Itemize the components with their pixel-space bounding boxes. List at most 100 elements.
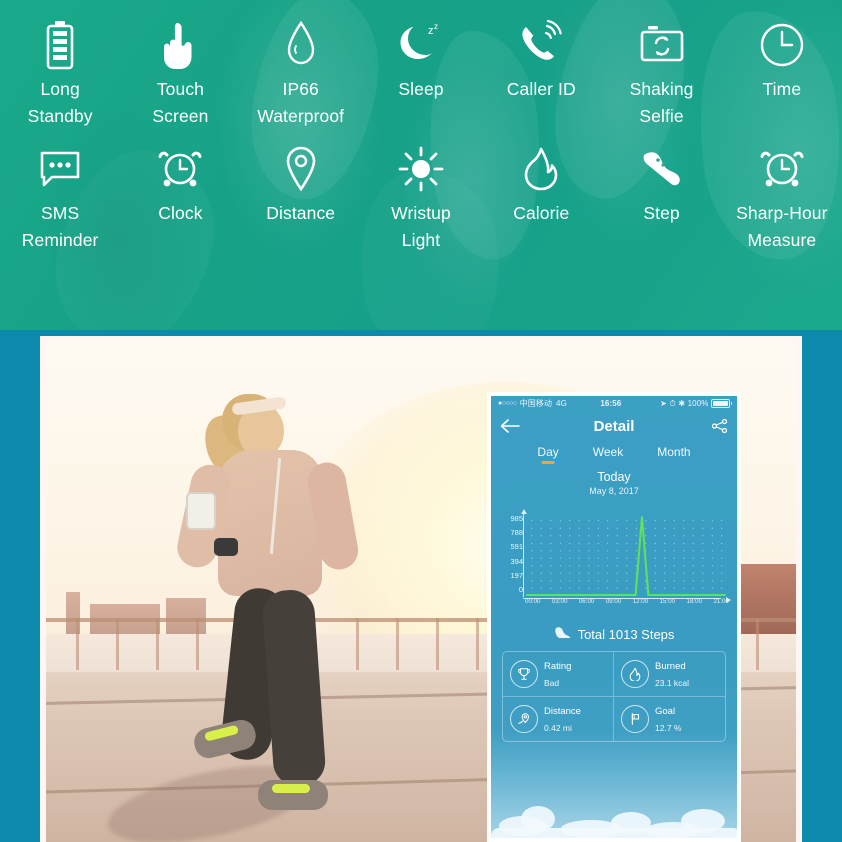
metric-value: 12.7 % [655, 723, 682, 733]
distance-pin-icon [510, 705, 538, 733]
feature-label-line1: Wristup [391, 203, 451, 223]
feature-label-line2: Selfie [639, 106, 684, 126]
feature-label-line1: Shaking [629, 79, 694, 99]
tab-month-label: Month [657, 445, 691, 459]
feature-label-line2: Waterproof [257, 106, 345, 126]
chart-plot-area [520, 509, 731, 603]
feature-label-line2: Standby [27, 106, 93, 126]
camera-shake-icon [639, 14, 685, 76]
metrics-grid: Rating Bad Burned 23.1 kcal Distance 0.4… [502, 651, 726, 742]
battery-status-icon [711, 399, 732, 408]
feature-item-clock: Clock [120, 138, 240, 254]
feature-item-shaking-selfie: Shaking Selfie [601, 14, 721, 130]
metric-text: Distance 0.42 mi [544, 705, 581, 733]
feature-label-line1: Sleep [398, 79, 444, 99]
battery-icon [43, 14, 77, 76]
feature-label-line1: Clock [158, 203, 203, 223]
metric-key: Distance [544, 706, 581, 717]
feature-label: Step [643, 200, 679, 227]
tab-day-label: Day [537, 445, 559, 459]
period-heading: Today [597, 470, 631, 484]
metric-key: Rating [544, 661, 572, 672]
metric-value: 0.42 mi [544, 723, 572, 733]
moon-sleep-icon: z z [398, 14, 444, 76]
app-screen: ●○○○○ 中国移动 4G 16:56 ➤ ⏱ ✱ 100% Detail Da… [491, 396, 737, 838]
phone-ring-icon [517, 14, 565, 76]
share-icon[interactable] [712, 419, 728, 433]
sun-brightness-icon [397, 138, 445, 200]
alarm-dot-icon: ⏱ [669, 398, 676, 408]
metric-text: Burned 23.1 kcal [655, 660, 689, 688]
feature-item-sleep: z z Sleep [361, 14, 481, 130]
feature-label-line2: Measure [747, 230, 817, 250]
feature-label-line1: Step [643, 203, 680, 223]
feature-item-time: Time [722, 14, 842, 130]
x-tick: 21:00 [713, 598, 729, 605]
status-right-group: ➤ ⏱ ✱ 100% [660, 398, 732, 409]
feature-label: Calorie [513, 200, 569, 227]
product-feature-page: Long Standby Touch Screen IP66 Waterproo… [0, 0, 842, 842]
back-arrow-icon[interactable] [500, 419, 520, 433]
feature-label-line1: Touch [156, 79, 205, 99]
x-tick: 15:00 [659, 598, 676, 605]
status-time: 16:56 [600, 399, 622, 408]
feature-label-line1: IP66 [282, 79, 319, 99]
feature-item-sms-reminder: SMS Reminder [0, 138, 120, 254]
feature-label: Long Standby [28, 76, 93, 130]
feature-item-sharp-hour-measure: Sharp-Hour Measure [722, 138, 842, 254]
metric-card-goal[interactable]: Goal 12.7 % [614, 697, 725, 741]
x-tick: 12:00 [632, 598, 649, 605]
feature-label: IP66 Waterproof [257, 76, 344, 130]
feature-label-line1: Caller ID [506, 79, 576, 99]
metric-value: Bad [544, 678, 560, 688]
feature-item-long-standby: Long Standby [0, 14, 120, 130]
trophy-icon [510, 660, 538, 688]
feature-item-calorie: Calorie [481, 138, 601, 254]
alarm-clock-icon [157, 138, 203, 200]
chart-y-axis [523, 513, 524, 597]
active-tab-indicator [541, 461, 555, 464]
tab-day[interactable]: Day [537, 445, 559, 464]
feature-label-line1: Calorie [513, 203, 570, 223]
svg-text:z: z [428, 25, 434, 37]
total-steps-label: Total 1013 Steps [577, 626, 675, 642]
chart-line-series [527, 517, 725, 595]
chart-y-axis-arrow [520, 509, 527, 514]
total-steps-row: Total 1013 Steps [491, 626, 737, 642]
feature-label: Touch Screen [152, 76, 208, 130]
feature-label-line2: Reminder [21, 230, 99, 250]
y-tick: 788 [510, 528, 523, 538]
feature-label-line1: Sharp-Hour [736, 203, 828, 223]
feature-label: Sleep [398, 76, 443, 103]
flame-drop-icon [621, 660, 649, 688]
tab-week[interactable]: Week [593, 445, 623, 464]
metric-card-rating[interactable]: Rating Bad [503, 652, 614, 697]
feature-label: SMS Reminder [22, 200, 99, 254]
metric-card-distance[interactable]: Distance 0.42 mi [503, 697, 614, 741]
period-tabs: Day Week Month [491, 445, 737, 464]
feature-label: Wristup Light [391, 200, 451, 254]
svg-text:z: z [434, 22, 438, 31]
y-tick: 197 [510, 570, 523, 580]
phone-app-screenshot: ●○○○○ 中国移动 4G 16:56 ➤ ⏱ ✱ 100% Detail Da… [487, 392, 741, 842]
metric-text: Goal 12.7 % [655, 705, 681, 733]
page-title: Detail [593, 417, 635, 435]
flag-goal-icon [621, 705, 649, 733]
feature-label-line1: Distance [266, 203, 336, 223]
feature-item-step: Step [601, 138, 721, 254]
feature-label: Time [763, 76, 802, 103]
feature-item-caller-id: Caller ID [481, 14, 601, 130]
x-tick: 18:00 [686, 598, 703, 605]
y-tick: 985 [510, 514, 523, 523]
y-tick: 591 [510, 542, 523, 552]
metric-card-burned[interactable]: Burned 23.1 kcal [614, 652, 725, 697]
chart-y-axis-labels: 985 788 591 394 197 0 [497, 514, 523, 594]
steps-chart: 985 788 591 394 197 0 00:00 03:00 06:00 … [495, 509, 731, 610]
sms-bubble-icon [38, 138, 82, 200]
clock-time-icon [758, 14, 806, 76]
tab-month[interactable]: Month [657, 445, 690, 464]
shoe-step-icon [554, 626, 572, 642]
app-navbar: Detail [491, 411, 737, 441]
feature-label-line1: Long [40, 79, 80, 99]
feature-banner: Long Standby Touch Screen IP66 Waterproo… [0, 0, 842, 330]
